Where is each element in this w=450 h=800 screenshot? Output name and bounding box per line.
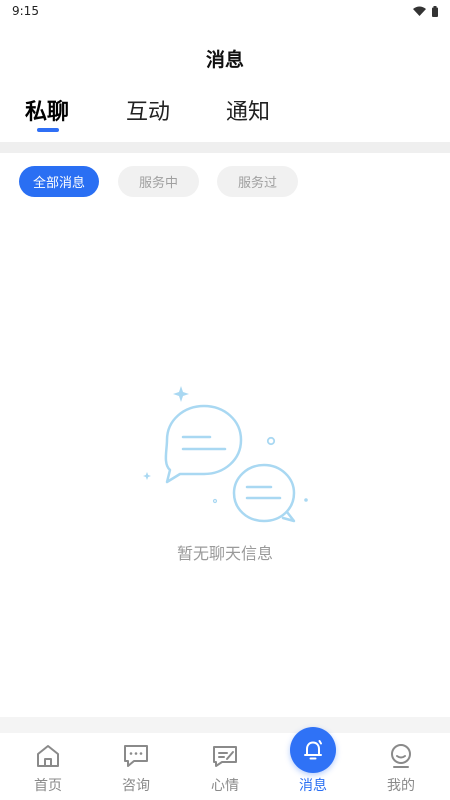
- home-icon: [33, 741, 63, 771]
- status-time: 9:15: [12, 4, 39, 18]
- nav-consult[interactable]: 咨询: [91, 733, 181, 800]
- tab-notification[interactable]: 通知: [226, 94, 270, 126]
- filter-served[interactable]: 服务过: [217, 166, 298, 197]
- nav-messages-label: 消息: [299, 778, 327, 794]
- nav-home-label: 首页: [34, 778, 62, 794]
- filter-in-service[interactable]: 服务中: [118, 166, 199, 197]
- consult-chat-icon: [121, 741, 151, 771]
- mood-note-icon: [210, 741, 240, 771]
- status-icons: [413, 5, 438, 17]
- tab-interaction[interactable]: 互动: [126, 94, 170, 126]
- tab-bar: 私聊 互动 通知: [0, 88, 450, 140]
- nav-mood-label: 心情: [211, 778, 239, 794]
- nav-messages[interactable]: 消息: [268, 727, 358, 800]
- tab-active-indicator: [37, 128, 59, 132]
- chat-bubbles-icon: [135, 380, 315, 530]
- nav-consult-label: 咨询: [122, 778, 150, 794]
- battery-icon: [432, 5, 438, 17]
- wifi-icon: [413, 6, 426, 16]
- filter-all-messages[interactable]: 全部消息: [19, 166, 99, 197]
- profile-icon: [386, 741, 416, 771]
- nav-profile[interactable]: 我的: [356, 733, 446, 800]
- filter-chips: 全部消息 服务中 服务过: [0, 166, 450, 198]
- section-divider: [0, 142, 450, 153]
- page-title: 消息: [205, 48, 244, 71]
- bottom-divider: [0, 717, 450, 733]
- bell-icon: [290, 727, 336, 773]
- bottom-nav: 首页 咨询 心情 消息 我的: [0, 727, 450, 800]
- status-bar: 9:15: [0, 0, 450, 22]
- nav-home[interactable]: 首页: [3, 733, 93, 800]
- nav-profile-label: 我的: [387, 778, 415, 794]
- tab-private-chat[interactable]: 私聊: [25, 94, 69, 126]
- header: 消息: [0, 38, 450, 78]
- nav-mood[interactable]: 心情: [180, 733, 270, 800]
- empty-state-text: 暂无聊天信息: [176, 544, 273, 563]
